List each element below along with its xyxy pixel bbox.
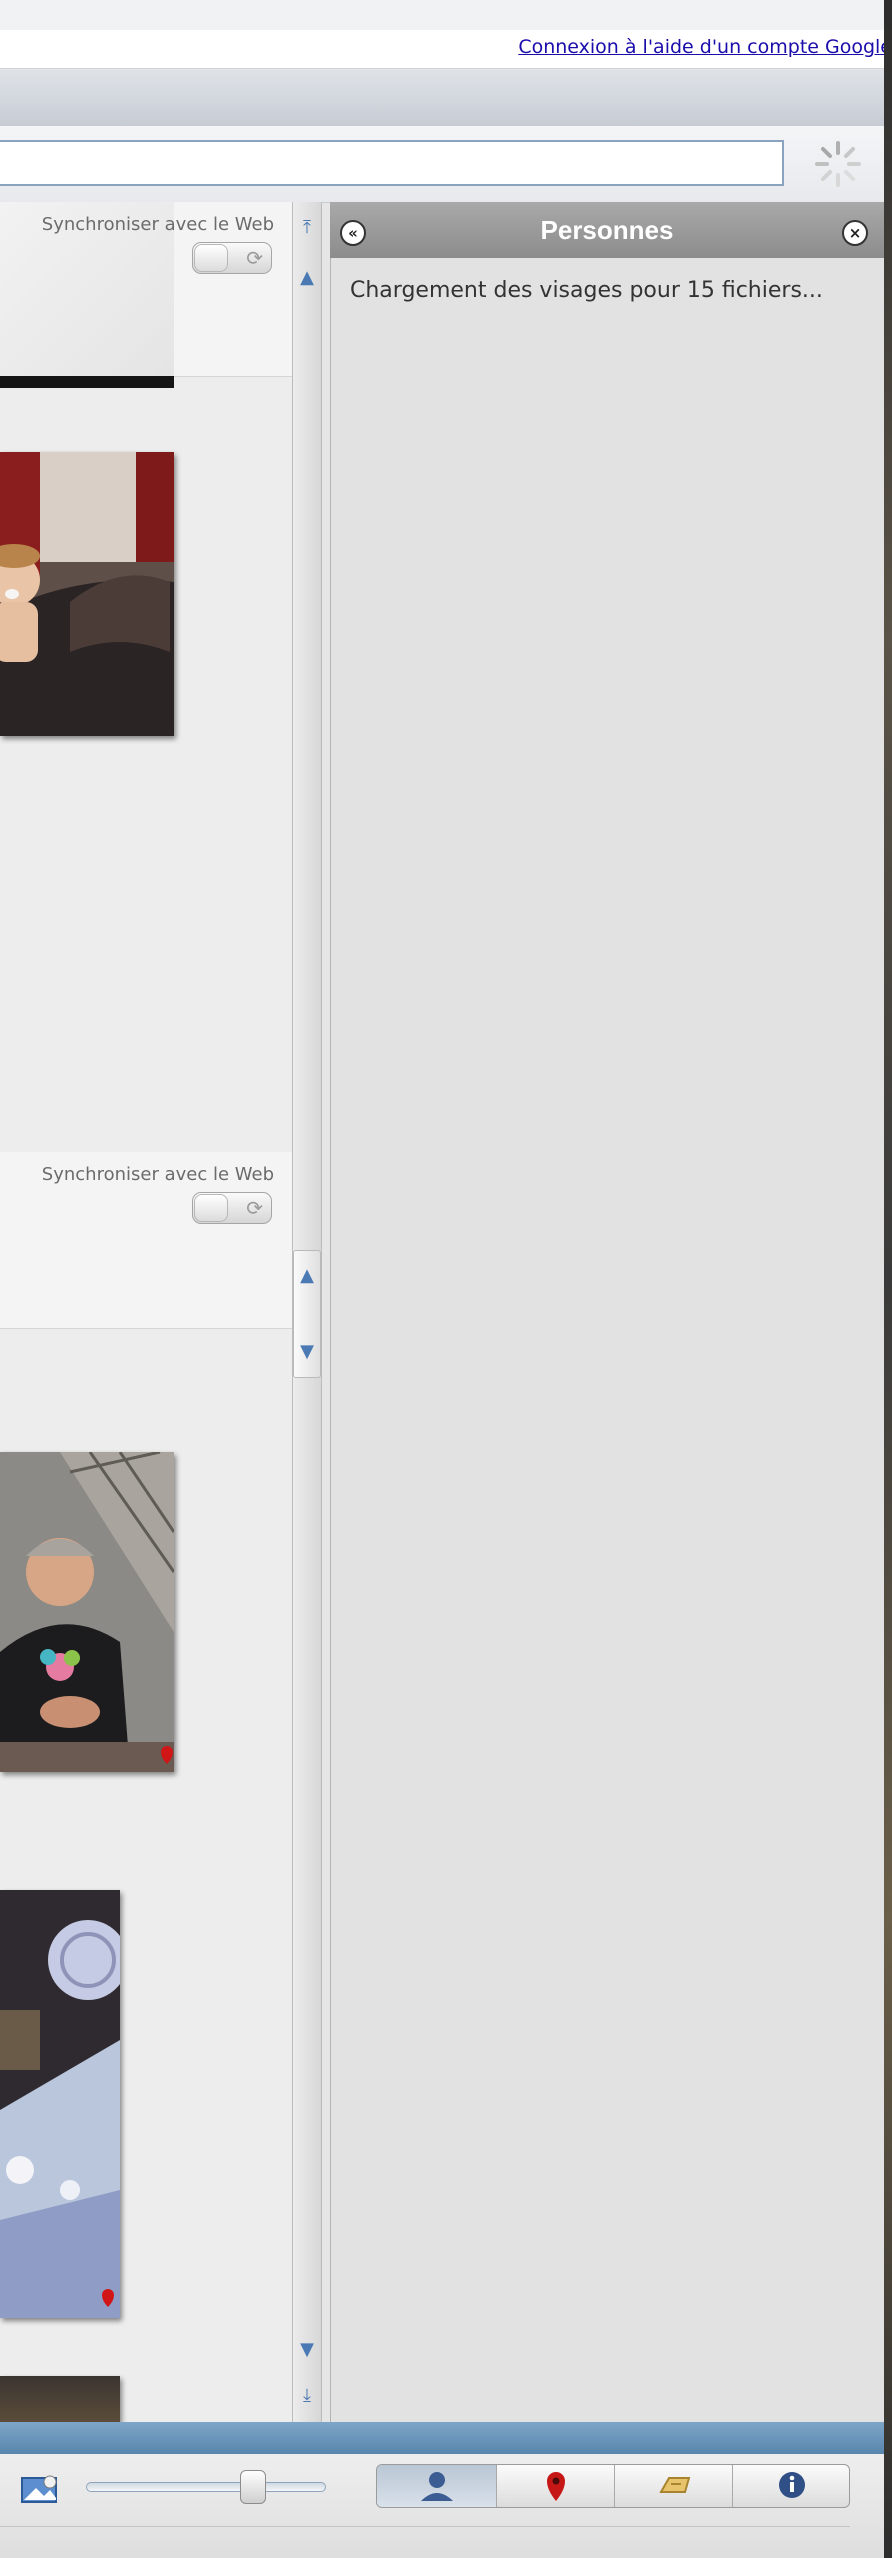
photo-thumbnail-partial[interactable] (0, 2376, 120, 2422)
google-sign-in-link[interactable]: Connexion à l'aide d'un compte Google (518, 36, 892, 58)
places-tab[interactable] (497, 2465, 615, 2507)
panel-tabs (376, 2464, 850, 2508)
slider-thumb[interactable] (240, 2470, 266, 2504)
tag-icon (659, 2477, 691, 2493)
photo-strip (0, 376, 174, 388)
photo-thumbnail-child[interactable] (0, 452, 174, 736)
loading-spinner-icon (815, 141, 861, 187)
photo-size-icon[interactable] (20, 2470, 62, 2506)
title-bar (0, 0, 884, 30)
thumbnail-size-slider[interactable] (86, 2470, 326, 2504)
close-icon[interactable]: × (842, 220, 868, 246)
thumb-up-arrow-icon: ▲ (300, 1265, 314, 1286)
sync-web-label: Synchroniser avec le Web (41, 214, 274, 235)
people-panel-title: Personnes (540, 215, 674, 245)
person-icon (421, 2472, 453, 2501)
scroll-up-button[interactable]: ▲ (294, 260, 320, 296)
scroll-down-button[interactable]: ▼ (294, 2332, 320, 2368)
photo-thumbnail-decoration[interactable] (0, 1890, 120, 2318)
info-icon (779, 2472, 805, 2498)
sync-web-toggle[interactable]: ⟳ (192, 1192, 272, 1224)
sync-web-toggle[interactable]: ⟳ (192, 242, 272, 274)
search-input[interactable] (0, 140, 784, 186)
desktop-background (884, 0, 892, 2558)
status-bar (0, 2422, 884, 2454)
tags-tab[interactable] (615, 2465, 733, 2507)
people-tab[interactable] (377, 2465, 497, 2507)
library-pane: Synchroniser avec le Web ⟳ Synchroniser … (0, 202, 292, 2422)
thumb-down-arrow-icon: ▼ (300, 1341, 314, 1362)
photo-thumbnail-man[interactable] (0, 1452, 174, 1772)
map-pin-icon (547, 2472, 565, 2501)
info-tab[interactable] (733, 2465, 849, 2507)
scroll-to-top-button[interactable]: ⤒ (294, 210, 320, 246)
sync-web-label: Synchroniser avec le Web (41, 1164, 274, 1185)
scroll-to-bottom-button[interactable]: ⤓ (294, 2378, 320, 2414)
toolbar (0, 70, 884, 126)
divider (0, 2526, 850, 2527)
faces-loading-status: Chargement des visages pour 15 fichiers.… (350, 278, 823, 303)
chevrons-left-icon[interactable]: « (340, 220, 366, 246)
people-panel (330, 202, 884, 2422)
